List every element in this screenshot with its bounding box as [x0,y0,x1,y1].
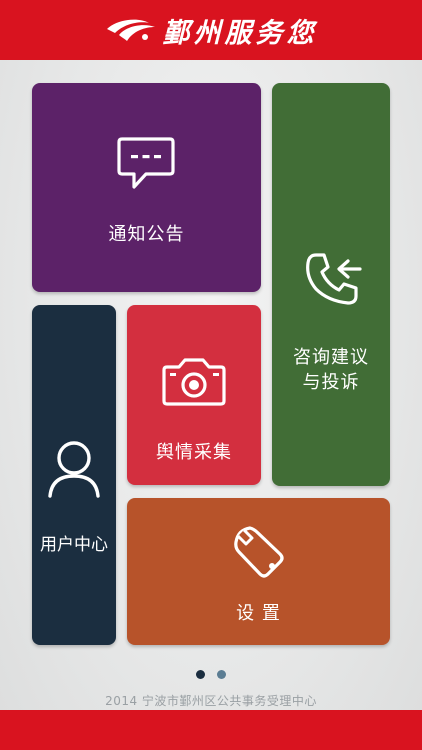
settings-tile[interactable]: 设 置 [127,498,390,645]
chat-bubble-icon [117,137,175,189]
consult-label-line2: 与投诉 [302,372,360,393]
logo-swoosh-icon [106,19,155,41]
page-dot-2[interactable] [217,670,226,679]
footer-bar [0,710,422,750]
wrench-icon [234,526,284,578]
notice-label: 通知公告 [108,224,185,245]
camera-icon [162,358,226,406]
opinion-collect-label: 舆情采集 [156,442,232,463]
page-indicator[interactable] [0,670,422,679]
notice-tile[interactable]: 通知公告 [32,83,261,292]
consult-complaint-tile[interactable]: 咨询建议 与投诉 [272,83,390,486]
consult-label-line1: 咨询建议 [293,347,369,368]
settings-label: 设 置 [236,603,281,624]
opinion-collect-tile[interactable]: 舆情采集 [127,305,261,485]
phone-callback-icon [306,253,362,305]
app-header: 鄞州服务您 [0,0,422,60]
user-center-label: 用户中心 [40,535,108,555]
user-icon [48,441,100,498]
footer-copyright: 2014 宁波市鄞州区公共事务受理中心 [105,694,317,708]
page-dot-1[interactable] [196,670,205,679]
user-center-tile[interactable]: 用户中心 [32,305,116,645]
app-logo: 鄞州服务您 [105,11,318,50]
app-title: 鄞州服务您 [162,17,318,49]
